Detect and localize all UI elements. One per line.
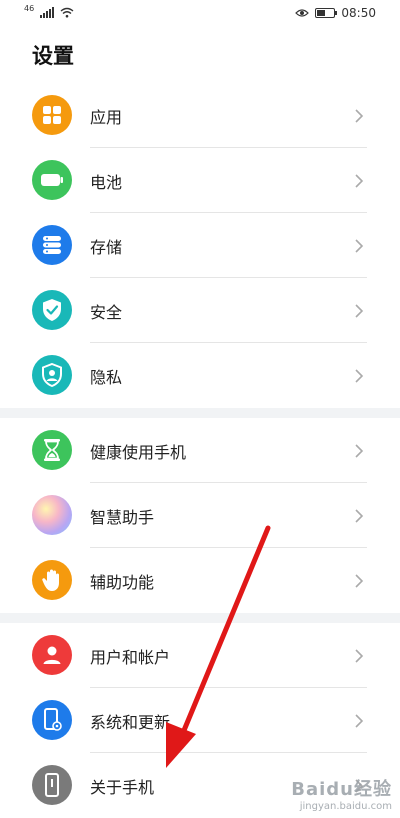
watermark-url: jingyan.baidu.com xyxy=(299,801,392,812)
settings-item-label: 应用 xyxy=(90,107,123,127)
chevron-right-icon xyxy=(355,713,364,728)
section-separator xyxy=(0,408,400,418)
chevron-right-icon xyxy=(355,238,364,253)
section-separator xyxy=(0,613,400,623)
status-right: 08:50 xyxy=(295,6,376,20)
settings-item-system-update[interactable]: 系统和更新 xyxy=(0,688,400,753)
storage-icon xyxy=(32,225,72,265)
shield-check-icon xyxy=(32,290,72,330)
settings-item-users-accounts[interactable]: 用户和帐户 xyxy=(0,623,400,688)
settings-item-battery[interactable]: 电池 xyxy=(0,148,400,213)
settings-item-label: 用户和帐户 xyxy=(90,647,171,667)
system-phone-icon xyxy=(32,700,72,740)
privacy-shield-icon xyxy=(32,355,72,395)
chevron-right-icon xyxy=(355,443,364,458)
hand-icon xyxy=(32,560,72,600)
battery-icon xyxy=(32,160,72,200)
hourglass-icon xyxy=(32,430,72,470)
settings-item-label: 电池 xyxy=(90,172,123,192)
chevron-right-icon xyxy=(355,303,364,318)
settings-item-security[interactable]: 安全 xyxy=(0,278,400,343)
settings-item-label: 存储 xyxy=(90,237,123,257)
page-title: 设置 xyxy=(32,44,74,68)
settings-item-label: 安全 xyxy=(90,302,123,322)
network-type: 46 xyxy=(24,4,35,13)
settings-item-label: 健康使用手机 xyxy=(90,442,187,462)
eye-comfort-icon xyxy=(295,9,310,17)
settings-item-label: 关于手机 xyxy=(90,777,155,797)
wifi-icon xyxy=(60,7,74,18)
phone-info-icon xyxy=(32,765,72,805)
chevron-right-icon xyxy=(355,368,364,383)
settings-group-2: 健康使用手机 智慧助手 辅助功能 xyxy=(0,418,400,613)
status-time: 08:50 xyxy=(341,6,376,20)
assistant-orb-icon xyxy=(32,495,72,535)
settings-item-label: 系统和更新 xyxy=(90,712,171,732)
settings-item-label: 隐私 xyxy=(90,367,123,387)
signal-icon xyxy=(40,6,55,18)
settings-item-smart-assistant[interactable]: 智慧助手 xyxy=(0,483,400,548)
settings-item-digital-balance[interactable]: 健康使用手机 xyxy=(0,418,400,483)
chevron-right-icon xyxy=(355,648,364,663)
settings-item-label: 智慧助手 xyxy=(90,507,155,527)
user-icon xyxy=(32,635,72,675)
baidu-watermark: Baidu经验 jingyan.baidu.com xyxy=(291,775,392,812)
settings-group-1: 应用 电池 存储 安全 隐私 xyxy=(0,83,400,408)
apps-grid-icon xyxy=(32,95,72,135)
settings-item-apps[interactable]: 应用 xyxy=(0,83,400,148)
settings-item-privacy[interactable]: 隐私 xyxy=(0,343,400,408)
status-left: 46 xyxy=(24,4,74,18)
battery-status-icon xyxy=(315,8,338,18)
watermark-logo: Baidu经验 xyxy=(291,779,392,800)
chevron-right-icon xyxy=(355,573,364,588)
settings-item-label: 辅助功能 xyxy=(90,572,155,592)
status-bar: 46 08:50 xyxy=(0,0,400,30)
chevron-right-icon xyxy=(355,508,364,523)
chevron-right-icon xyxy=(355,108,364,123)
chevron-right-icon xyxy=(355,173,364,188)
settings-item-accessibility[interactable]: 辅助功能 xyxy=(0,548,400,613)
settings-item-storage[interactable]: 存储 xyxy=(0,213,400,278)
